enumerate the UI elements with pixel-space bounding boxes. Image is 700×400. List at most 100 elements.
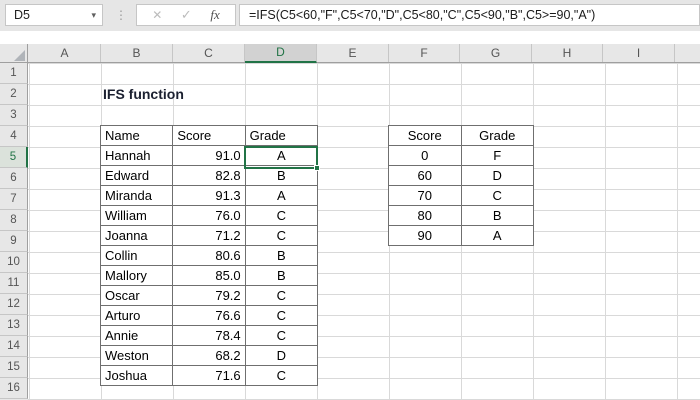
select-all-button[interactable] [0,44,28,62]
row-header-16[interactable]: 16 [0,378,28,399]
column-header-strip: A B C D E F G H I [0,44,700,63]
formula-buttons: ✕ ✓ fx [136,4,236,26]
row-header-3[interactable]: 3 [0,105,28,126]
cell-grade[interactable]: B [460,205,534,226]
cell-score[interactable]: 90 [388,225,462,246]
row-header-9[interactable]: 9 [0,231,28,252]
cell-score[interactable]: 78.4 [172,325,246,346]
cell-grade[interactable]: C [244,205,319,226]
cell-d5-selected[interactable]: A [244,145,319,166]
cell-grade[interactable]: D [460,165,534,186]
cell-grade[interactable]: C [460,185,534,206]
cell-grade[interactable]: C [244,285,319,306]
row-header-8[interactable]: 8 [0,210,28,231]
table-row: Joshua 71.6 C [99,365,319,386]
row-header-13[interactable]: 13 [0,315,28,336]
cell-grade[interactable]: F [460,145,534,166]
cell-name[interactable]: Joshua [99,365,174,386]
toolbar-gap [0,31,700,44]
row-header-14[interactable]: 14 [0,336,28,357]
cell-name[interactable]: Weston [99,345,174,366]
column-header-f[interactable]: F [389,44,460,62]
cell-name[interactable]: Arturo [99,305,174,326]
table-row: Arturo 76.6 C [99,305,319,326]
row-header-12[interactable]: 12 [0,294,28,315]
cell-score[interactable]: 80 [388,205,462,226]
cell-score[interactable]: 80.6 [172,245,246,266]
cell-grade[interactable]: B [244,245,319,266]
cell-grade[interactable]: C [244,365,319,386]
cell-grade[interactable]: B [244,265,319,286]
table-header-row: Name Score Grade [99,125,319,146]
fill-handle[interactable] [314,165,320,171]
row-header-2[interactable]: 2 [0,84,28,105]
table-row: 0 F [388,145,534,166]
row-header-4[interactable]: 4 [0,126,28,147]
cell-grade[interactable]: D [244,345,319,366]
cell-score[interactable]: 76.0 [172,205,246,226]
formula-bar-separator-icon: ⋮ [115,8,127,22]
enter-icon[interactable]: ✓ [181,7,192,23]
row-header-10[interactable]: 10 [0,252,28,273]
cell-score[interactable]: 68.2 [172,345,246,366]
column-header-e[interactable]: E [317,44,389,62]
formula-bar: D5 ▾ ⋮ ✕ ✓ fx =IFS(C5<60,"F",C5<70,"D",C… [0,0,700,31]
select-all-triangle-icon [14,50,25,61]
cell-score[interactable]: 0 [388,145,462,166]
cancel-icon[interactable]: ✕ [152,8,162,22]
cell-score[interactable]: 71.2 [172,225,246,246]
insert-function-icon[interactable]: fx [210,7,219,23]
cell-score[interactable]: 71.6 [172,365,246,386]
page-title[interactable]: IFS function [103,84,184,105]
cell-grade[interactable]: C [244,225,319,246]
row-header-5-selected[interactable]: 5 [0,147,28,168]
column-header-g[interactable]: G [460,44,532,62]
row-header-15[interactable]: 15 [0,357,28,378]
row-header-7[interactable]: 7 [0,189,28,210]
column-header-h[interactable]: H [532,44,603,62]
grades-header-grade[interactable]: Grade [244,125,319,146]
lookup-header-score[interactable]: Score [388,125,462,146]
column-header-a[interactable]: A [29,44,101,62]
cell-score[interactable]: 60 [388,165,462,186]
cell-score[interactable]: 79.2 [172,285,246,306]
column-header-c[interactable]: C [173,44,245,62]
cell-score[interactable]: 85.0 [172,265,246,286]
column-header-i[interactable]: I [603,44,675,62]
chevron-down-icon[interactable]: ▾ [91,5,96,25]
cell-grade[interactable]: C [244,305,319,326]
row-header-11[interactable]: 11 [0,273,28,294]
cell-name[interactable]: Mallory [99,265,174,286]
column-header-b[interactable]: B [101,44,173,62]
row-header-6[interactable]: 6 [0,168,28,189]
cell-name[interactable]: Annie [99,325,174,346]
formula-input[interactable]: =IFS(C5<60,"F",C5<70,"D",C5<80,"C",C5<90… [239,4,700,26]
lookup-header-grade[interactable]: Grade [460,125,534,146]
cell-score[interactable]: 76.6 [172,305,246,326]
grades-header-score[interactable]: Score [172,125,246,146]
cell-name[interactable]: Joanna [99,225,174,246]
name-box[interactable]: D5 ▾ [5,4,103,26]
cell-score[interactable]: 91.0 [172,145,246,166]
column-header-d-selected[interactable]: D [245,44,317,63]
table-row: Collin 80.6 B [99,245,319,266]
cell-score[interactable]: 91.3 [172,185,246,206]
cell-score[interactable]: 82.8 [172,165,246,186]
table-row: 60 D [388,165,534,186]
cell-grade[interactable]: B [244,165,319,186]
cell-name[interactable]: Edward [99,165,174,186]
cell-name[interactable]: Miranda [99,185,174,206]
cell-name[interactable]: Oscar [99,285,174,306]
cell-name[interactable]: William [99,205,174,226]
table-row: Annie 78.4 C [99,325,319,346]
row-header-1[interactable]: 1 [0,63,28,84]
cell-grade[interactable]: A [244,185,319,206]
cell-score[interactable]: 70 [388,185,462,206]
name-box-value: D5 [14,8,30,22]
grades-header-name[interactable]: Name [99,125,174,146]
cell-name[interactable]: Hannah [99,145,174,166]
cell-grade[interactable]: A [460,225,534,246]
cell-name[interactable]: Collin [99,245,174,266]
table-row: Hannah 91.0 A [99,145,319,166]
cell-grade[interactable]: C [244,325,319,346]
